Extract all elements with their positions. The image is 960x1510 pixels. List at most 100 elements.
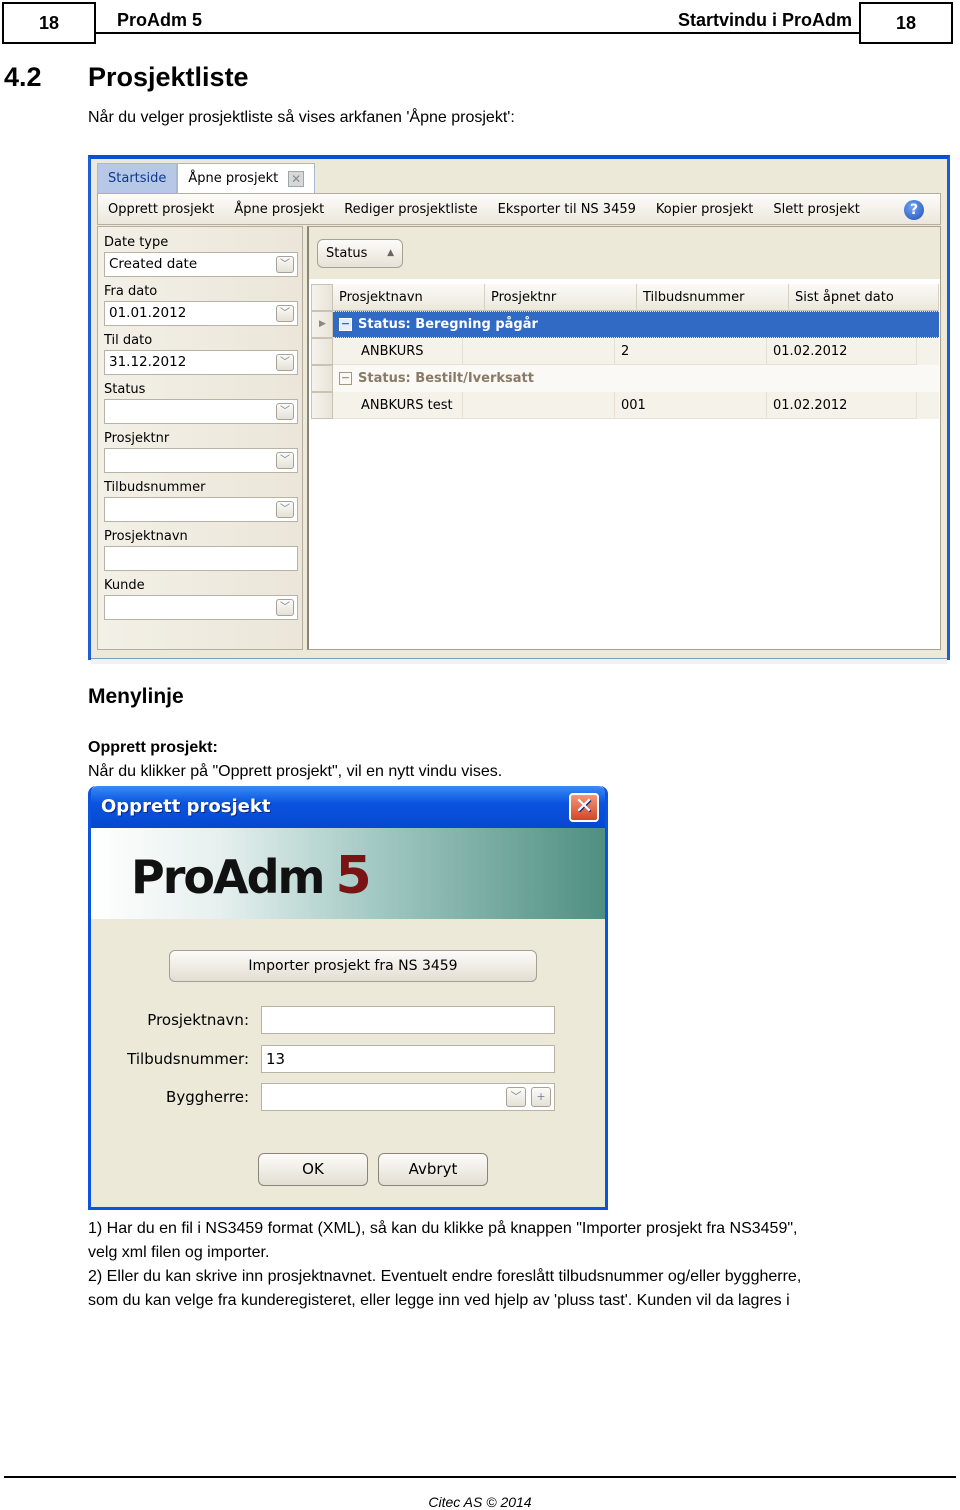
dialog-banner: ProAdm 5 xyxy=(91,828,605,919)
chevron-down-icon[interactable]: ﹀ xyxy=(276,305,294,322)
cell-sist-apnet: 01.02.2012 xyxy=(767,392,917,419)
column-header-prosjektnavn[interactable]: Prosjektnavn xyxy=(333,284,485,311)
cell-prosjektnr xyxy=(463,392,615,419)
select-value: Created date xyxy=(109,256,198,272)
menu-apne-prosjekt[interactable]: Åpne prosjekt xyxy=(234,202,324,217)
footer-rule xyxy=(4,1476,956,1478)
collapse-icon[interactable]: − xyxy=(339,372,352,385)
cell-prosjektnr xyxy=(463,338,615,365)
chevron-down-icon[interactable]: ﹀ xyxy=(276,256,294,273)
window-bottom-edge xyxy=(91,658,947,664)
row-header-corner xyxy=(311,284,333,311)
column-header-tilbudsnummer[interactable]: Tilbudsnummer xyxy=(637,284,789,311)
ok-button[interactable]: OK xyxy=(258,1153,368,1186)
logo-text: ProAdm xyxy=(131,850,325,904)
cell-prosjektnavn: ANBKURS xyxy=(333,338,463,365)
menu-rediger-prosjektliste[interactable]: Rediger prosjektliste xyxy=(344,202,477,217)
row-header[interactable] xyxy=(311,365,333,392)
tilbudsnummer-field[interactable]: 13 xyxy=(261,1045,555,1073)
cell-sist-apnet: 01.02.2012 xyxy=(767,338,917,365)
opprett-heading: Opprett prosjekt: xyxy=(88,739,218,756)
chevron-down-icon[interactable]: ﹀ xyxy=(276,501,294,518)
section-heading: 4.2 Prosjektliste xyxy=(4,62,249,93)
column-header-prosjektnr[interactable]: Prosjektnr xyxy=(485,284,637,311)
header-section: Startvindu i ProAdm xyxy=(677,10,852,30)
row-header[interactable] xyxy=(311,338,333,365)
help-icon[interactable]: ? xyxy=(904,200,924,220)
opprett-text: Når du klikker på "Opprett prosjekt", vi… xyxy=(88,763,503,780)
prosjektnr-select[interactable]: ﹀ xyxy=(104,448,298,473)
kunde-select[interactable]: ﹀ xyxy=(104,595,298,620)
cancel-button[interactable]: Avbryt xyxy=(378,1153,488,1186)
menu-eksporter-ns3459[interactable]: Eksporter til NS 3459 xyxy=(498,202,636,217)
table-row[interactable]: ANBKURS 2 01.02.2012 xyxy=(311,338,939,365)
proadm-logo: ProAdm 5 xyxy=(131,846,372,906)
dialog-title: Opprett prosjekt xyxy=(101,796,271,817)
chevron-down-icon[interactable]: ﹀ xyxy=(506,1087,526,1107)
filter-label-til-dato: Til dato xyxy=(104,333,153,348)
prosjektnavn-input[interactable] xyxy=(104,546,298,571)
plus-icon[interactable]: + xyxy=(531,1087,551,1107)
chevron-down-icon[interactable]: ﹀ xyxy=(276,599,294,616)
project-list-screenshot: Startside Åpne prosjekt ✕ Opprett prosje… xyxy=(88,155,950,664)
intro-text: Når du velger prosjektliste så vises ark… xyxy=(88,109,515,126)
logo-version: 5 xyxy=(335,846,371,906)
row-header[interactable] xyxy=(311,392,333,419)
body-line: 1) Har du en fil i NS3459 format (XML), … xyxy=(88,1220,798,1237)
filter-label-kunde: Kunde xyxy=(104,578,145,593)
page-number-left: 18 xyxy=(2,2,96,44)
project-grid-panel: Status ▲ Prosjektnavn Prosjektnr Tilbuds… xyxy=(307,226,941,650)
til-dato-picker[interactable]: 31.12.2012 ﹀ xyxy=(104,350,298,375)
import-ns3459-button[interactable]: Importer prosjekt fra NS 3459 xyxy=(169,950,537,982)
row-header[interactable]: ▶ xyxy=(311,311,333,338)
group-row-selected[interactable]: − Status: Beregning pågår xyxy=(333,311,939,338)
date-type-select[interactable]: Created date ﹀ xyxy=(104,252,298,277)
collapse-icon[interactable]: − xyxy=(339,318,352,331)
byggherre-select[interactable]: ﹀ + xyxy=(261,1083,555,1111)
filter-label-date-type: Date type xyxy=(104,235,169,250)
grid-header-row: Prosjektnavn Prosjektnr Tilbudsnummer Si… xyxy=(311,284,939,311)
tab-startside[interactable]: Startside xyxy=(97,163,178,193)
tilbudsnummer-label: Tilbudsnummer: xyxy=(127,1050,249,1068)
cell-tilbudsnummer: 2 xyxy=(615,338,767,365)
select-value: 01.01.2012 xyxy=(109,305,187,321)
chevron-down-icon[interactable]: ﹀ xyxy=(276,403,294,420)
filter-label-status: Status xyxy=(104,382,146,397)
section-number: 4.2 xyxy=(4,62,42,92)
close-tab-icon[interactable]: ✕ xyxy=(288,170,305,187)
filter-label-fra-dato: Fra dato xyxy=(104,284,158,299)
group-row[interactable]: − Status: Bestilt/Iverksatt xyxy=(311,365,939,392)
group-by-status-chip[interactable]: Status ▲ xyxy=(317,239,403,268)
tab-bar: Startside Åpne prosjekt ✕ xyxy=(97,163,316,193)
group-row-header[interactable]: − Status: Bestilt/Iverksatt xyxy=(333,365,939,392)
body-line: velg xml filen og importer. xyxy=(88,1244,270,1261)
tilbudsnummer-select[interactable]: ﹀ xyxy=(104,497,298,522)
body-line: som du kan velge fra kunderegisteret, el… xyxy=(88,1292,790,1309)
chevron-down-icon[interactable]: ﹀ xyxy=(276,354,294,371)
field-value: 13 xyxy=(266,1050,286,1068)
close-icon[interactable]: ✕ xyxy=(569,793,599,822)
group-row[interactable]: ▶ − Status: Beregning pågår xyxy=(311,311,939,338)
filter-panel: Date type Created date ﹀ Fra dato 01.01.2… xyxy=(97,226,303,650)
prosjektnavn-field[interactable] xyxy=(261,1006,555,1034)
sort-ascending-icon: ▲ xyxy=(387,248,394,258)
fra-dato-picker[interactable]: 01.01.2012 ﹀ xyxy=(104,301,298,326)
group-by-area: Status ▲ xyxy=(309,227,940,279)
menu-kopier-prosjekt[interactable]: Kopier prosjekt xyxy=(656,202,753,217)
table-row[interactable]: ANBKURS test 001 01.02.2012 xyxy=(311,392,939,419)
chip-label: Status xyxy=(326,246,368,261)
prosjektnavn-label: Prosjektnavn: xyxy=(147,1011,249,1029)
menu-slett-prosjekt[interactable]: Slett prosjekt xyxy=(773,202,859,217)
group-label: Status: Beregning pågår xyxy=(358,317,538,332)
chevron-down-icon[interactable]: ﹀ xyxy=(276,452,294,469)
header-rule xyxy=(96,32,859,34)
menu-opprett-prosjekt[interactable]: Opprett prosjekt xyxy=(108,202,214,217)
tab-apne-prosjekt[interactable]: Åpne prosjekt ✕ xyxy=(177,163,316,193)
byggherre-label: Byggherre: xyxy=(166,1088,249,1106)
menu-bar: Opprett prosjekt Åpne prosjekt Rediger p… xyxy=(97,193,941,225)
cell-tilbudsnummer: 001 xyxy=(615,392,767,419)
column-header-sist-apnet-dato[interactable]: Sist åpnet dato xyxy=(789,284,939,311)
tab-label: Startside xyxy=(108,171,167,186)
page-number-right: 18 xyxy=(859,2,953,44)
status-select[interactable]: ﹀ xyxy=(104,399,298,424)
